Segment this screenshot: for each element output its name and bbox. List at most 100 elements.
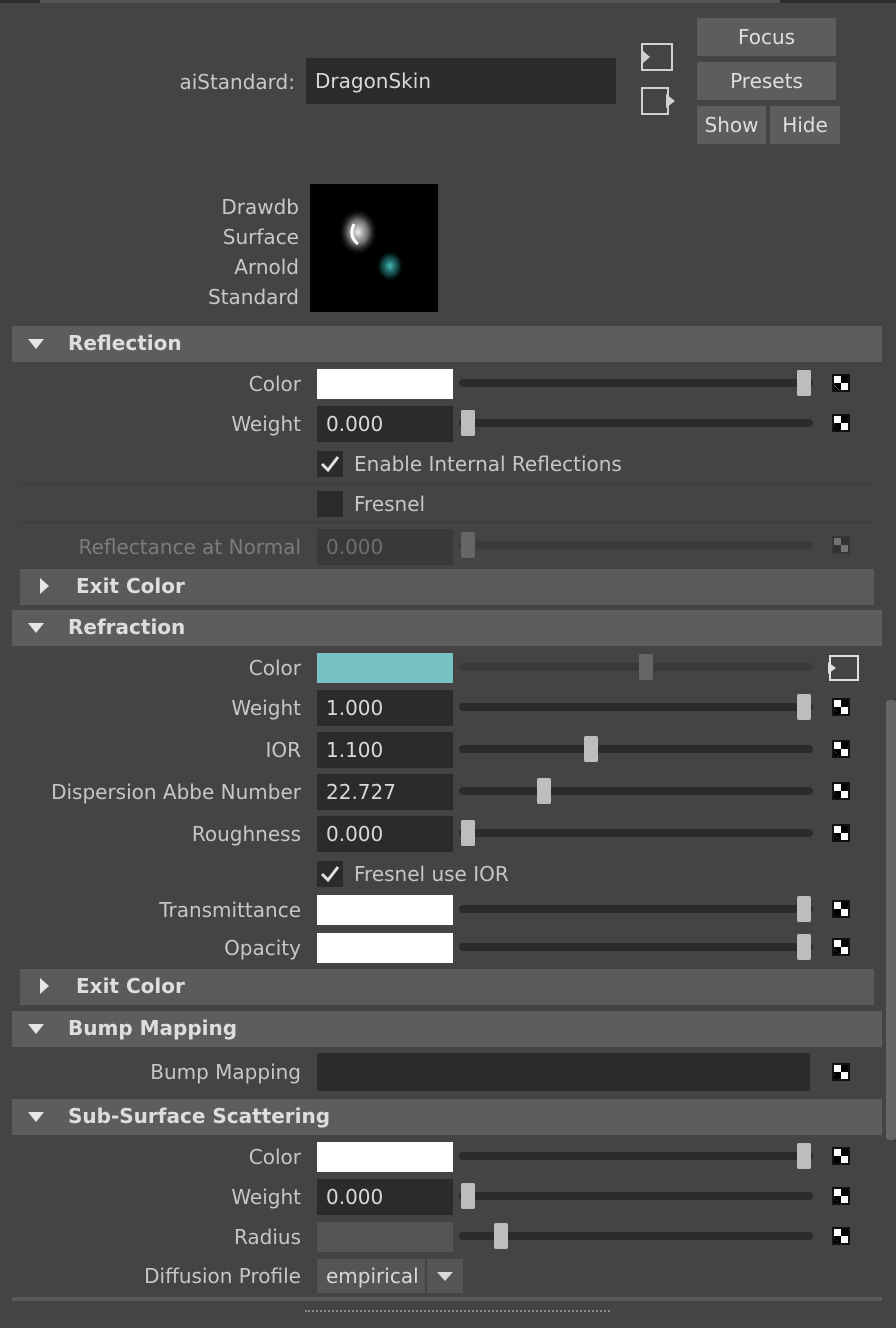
refraction-weight-slider[interactable]	[459, 703, 813, 711]
abbe-number-field[interactable]: 22.727	[317, 774, 453, 810]
divider	[20, 484, 874, 485]
map-checker-icon[interactable]	[832, 900, 850, 918]
slider-thumb[interactable]	[584, 736, 598, 762]
map-checker-icon[interactable]	[832, 1063, 850, 1081]
refraction-exit-color-section[interactable]: Exit Color	[20, 969, 874, 1005]
sss-weight-label: Weight	[231, 1185, 301, 1209]
reflection-exit-color-section[interactable]: Exit Color	[20, 569, 874, 605]
hide-button[interactable]: Hide	[770, 106, 840, 144]
enable-internal-reflections-label: Enable Internal Reflections	[354, 452, 622, 476]
transmittance-slider[interactable]	[459, 905, 813, 913]
reflection-weight-slider[interactable]	[459, 419, 813, 427]
presets-button[interactable]: Presets	[697, 62, 836, 100]
roughness-slider[interactable]	[459, 829, 813, 837]
collapse-triangle-icon	[28, 339, 44, 349]
map-checker-icon	[832, 536, 850, 554]
slider-thumb[interactable]	[461, 820, 475, 846]
enable-internal-reflections-checkbox[interactable]	[317, 451, 343, 477]
scrollbar[interactable]	[886, 700, 896, 1140]
sss-color-swatch[interactable]	[317, 1142, 453, 1172]
ior-slider[interactable]	[459, 745, 813, 753]
swatch-label-line: Drawdb	[221, 195, 299, 219]
slider-thumb[interactable]	[461, 410, 475, 436]
reflectance-normal-field: 0.000	[317, 529, 453, 565]
slider-thumb[interactable]	[797, 1143, 811, 1169]
reflection-color-swatch[interactable]	[317, 369, 453, 399]
slider-thumb[interactable]	[494, 1223, 508, 1249]
map-checker-icon[interactable]	[832, 1147, 850, 1165]
resize-grip[interactable]	[305, 1310, 610, 1316]
section-title: Exit Color	[76, 574, 185, 598]
map-checker-icon[interactable]	[832, 782, 850, 800]
sss-radius-slider[interactable]	[459, 1232, 813, 1240]
refraction-color-slider	[459, 663, 813, 671]
map-checker-icon[interactable]	[832, 414, 850, 432]
sss-color-slider[interactable]	[459, 1152, 813, 1160]
map-checker-icon[interactable]	[832, 698, 850, 716]
checkmark-icon	[320, 456, 340, 473]
sss-weight-field[interactable]: 0.000	[317, 1179, 453, 1215]
fresnel-use-ior-label: Fresnel use IOR	[354, 862, 509, 886]
dropdown-arrow-icon	[437, 1272, 453, 1281]
fresnel-checkbox[interactable]	[317, 491, 343, 517]
map-checker-icon[interactable]	[832, 374, 850, 392]
slider-thumb[interactable]	[461, 1183, 475, 1209]
slider-thumb	[639, 654, 653, 680]
ior-field[interactable]: 1.100	[317, 732, 453, 768]
diffusion-profile-dropdown[interactable]	[427, 1259, 463, 1293]
fresnel-label: Fresnel	[354, 492, 426, 516]
section-reflection[interactable]: Reflection	[12, 326, 882, 362]
map-checker-icon[interactable]	[832, 824, 850, 842]
expand-triangle-icon	[40, 578, 49, 594]
diffusion-profile-select[interactable]: empirical	[317, 1259, 425, 1293]
section-title: Reflection	[68, 331, 182, 355]
section-bump-mapping[interactable]: Bump Mapping	[12, 1011, 882, 1047]
opacity-slider[interactable]	[459, 943, 813, 951]
slider-thumb[interactable]	[797, 896, 811, 922]
input-connection-icon[interactable]	[639, 42, 675, 72]
transmittance-swatch[interactable]	[317, 895, 453, 925]
map-checker-icon[interactable]	[832, 740, 850, 758]
bump-mapping-field[interactable]	[317, 1053, 810, 1091]
map-checker-icon[interactable]	[832, 1227, 850, 1245]
swatch-label-line: Surface	[222, 225, 299, 249]
fresnel-use-ior-checkbox[interactable]	[317, 861, 343, 887]
sss-radius-swatch[interactable]	[317, 1222, 453, 1252]
refraction-color-label: Color	[248, 656, 301, 680]
opacity-swatch[interactable]	[317, 933, 453, 963]
top-tab-strip	[40, 0, 780, 3]
node-name-field[interactable]: DragonSkin	[306, 58, 616, 104]
map-checker-icon[interactable]	[832, 1187, 850, 1205]
diffusion-profile-label: Diffusion Profile	[144, 1264, 301, 1288]
swatch-label-line: Standard	[208, 285, 299, 309]
material-swatch-preview[interactable]	[310, 184, 438, 312]
sss-weight-slider[interactable]	[459, 1192, 813, 1200]
abbe-number-label: Dispersion Abbe Number	[51, 780, 301, 804]
slider-thumb[interactable]	[537, 778, 551, 804]
divider	[20, 522, 874, 523]
opacity-label: Opacity	[224, 936, 301, 960]
reflectance-normal-label: Reflectance at Normal	[78, 535, 301, 559]
output-connection-icon[interactable]	[639, 86, 677, 116]
slider-thumb[interactable]	[797, 370, 811, 396]
section-refraction[interactable]: Refraction	[12, 610, 882, 646]
slider-thumb[interactable]	[797, 934, 811, 960]
swatch-label: Drawdb Surface Arnold Standard	[208, 192, 299, 312]
input-connection-icon[interactable]	[826, 654, 860, 682]
section-sub-surface-scattering[interactable]: Sub-Surface Scattering	[12, 1099, 882, 1135]
reflection-color-slider[interactable]	[459, 379, 813, 387]
focus-button[interactable]: Focus	[697, 18, 836, 56]
sss-radius-label: Radius	[233, 1225, 301, 1249]
slider-thumb[interactable]	[797, 694, 811, 720]
reflection-color-label: Color	[248, 372, 301, 396]
show-button[interactable]: Show	[697, 106, 766, 144]
abbe-number-slider[interactable]	[459, 787, 813, 795]
refraction-weight-field[interactable]: 1.000	[317, 690, 453, 726]
slider-thumb	[461, 532, 475, 558]
reflection-weight-field[interactable]: 0.000	[317, 406, 453, 442]
refraction-color-swatch[interactable]	[317, 653, 453, 683]
refraction-weight-label: Weight	[231, 696, 301, 720]
roughness-field[interactable]: 0.000	[317, 816, 453, 852]
map-checker-icon[interactable]	[832, 938, 850, 956]
collapse-triangle-icon	[28, 1024, 44, 1034]
